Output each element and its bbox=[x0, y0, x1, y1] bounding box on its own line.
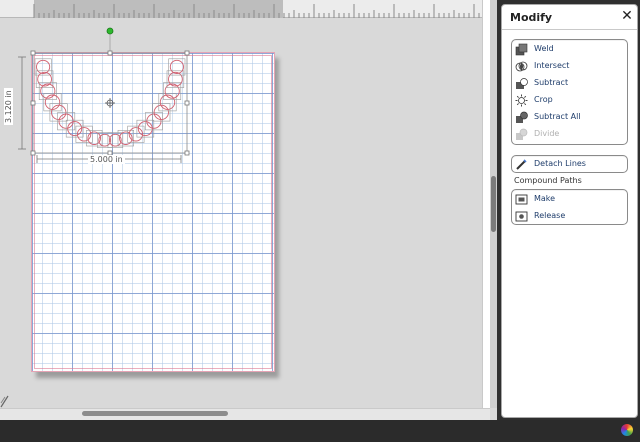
close-icon[interactable]: ✕ bbox=[620, 8, 634, 24]
make-compound-button[interactable]: Make bbox=[512, 191, 627, 208]
panel-divider bbox=[502, 29, 637, 30]
intersect-icon bbox=[515, 61, 528, 72]
weld-button[interactable]: Weld bbox=[512, 41, 627, 58]
design-circle[interactable] bbox=[168, 71, 183, 87]
release-label: Release bbox=[534, 211, 566, 220]
detach-lines-icon bbox=[516, 159, 527, 170]
center-crosshair bbox=[105, 98, 115, 108]
crop-icon bbox=[515, 94, 528, 107]
design-selection[interactable] bbox=[0, 0, 497, 420]
detach-lines-button[interactable]: Detach Lines bbox=[512, 156, 627, 173]
subtract-icon bbox=[516, 78, 528, 89]
modify-panel: Modify ✕ Weld Intersect Subtract Crop Su… bbox=[501, 4, 638, 418]
canvas-right-strip bbox=[482, 0, 490, 408]
compound-paths-group: Make Release bbox=[511, 189, 628, 225]
detach-lines-label: Detach Lines bbox=[534, 159, 586, 168]
divide-icon bbox=[516, 128, 528, 140]
divide-label: Divide bbox=[534, 129, 560, 138]
vertical-scroll-thumb[interactable] bbox=[491, 176, 496, 232]
design-circle[interactable] bbox=[36, 59, 51, 74]
weld-icon bbox=[515, 43, 528, 56]
design-canvas[interactable]: 5.000 in 3.120 in bbox=[0, 0, 497, 420]
design-circle[interactable] bbox=[44, 94, 61, 110]
subtract-all-button[interactable]: Subtract All bbox=[512, 109, 627, 126]
detach-group: Detach Lines bbox=[511, 155, 628, 173]
height-label: 3.120 in bbox=[4, 88, 13, 125]
rotate-handle[interactable] bbox=[106, 27, 114, 35]
crop-label: Crop bbox=[534, 95, 553, 104]
horizontal-scrollbar[interactable] bbox=[0, 408, 490, 420]
design-circle[interactable] bbox=[169, 59, 184, 74]
design-circle[interactable] bbox=[40, 83, 56, 99]
subtract-label: Subtract bbox=[534, 78, 569, 87]
subtract-all-icon bbox=[516, 111, 528, 123]
divide-button[interactable]: Divide bbox=[512, 126, 627, 143]
corner-resize-icon[interactable] bbox=[0, 394, 9, 408]
crop-button[interactable]: Crop bbox=[512, 92, 627, 109]
release-compound-button[interactable]: Release bbox=[512, 208, 627, 225]
modify-button-group: Weld Intersect Subtract Crop Subtract Al… bbox=[511, 39, 628, 145]
release-compound-icon bbox=[515, 211, 528, 222]
make-label: Make bbox=[534, 194, 556, 203]
intersect-label: Intersect bbox=[534, 61, 570, 70]
subtract-all-label: Subtract All bbox=[534, 112, 581, 121]
horizontal-scroll-thumb[interactable] bbox=[82, 411, 228, 416]
width-label: 5.000 in bbox=[88, 155, 125, 164]
make-compound-icon bbox=[515, 194, 528, 205]
bottom-taskbar bbox=[0, 420, 640, 442]
color-wheel-icon[interactable] bbox=[621, 424, 633, 436]
subtract-button[interactable]: Subtract bbox=[512, 75, 627, 92]
weld-label: Weld bbox=[534, 44, 554, 53]
panel-title: Modify bbox=[510, 11, 553, 24]
design-circle[interactable] bbox=[159, 94, 176, 110]
intersect-button[interactable]: Intersect bbox=[512, 58, 627, 75]
app-window: 5.000 in 3.120 in Modify ✕ Weld Intersec… bbox=[0, 0, 640, 442]
compound-paths-heading: Compound Paths bbox=[514, 176, 582, 185]
height-dimension bbox=[18, 56, 26, 150]
